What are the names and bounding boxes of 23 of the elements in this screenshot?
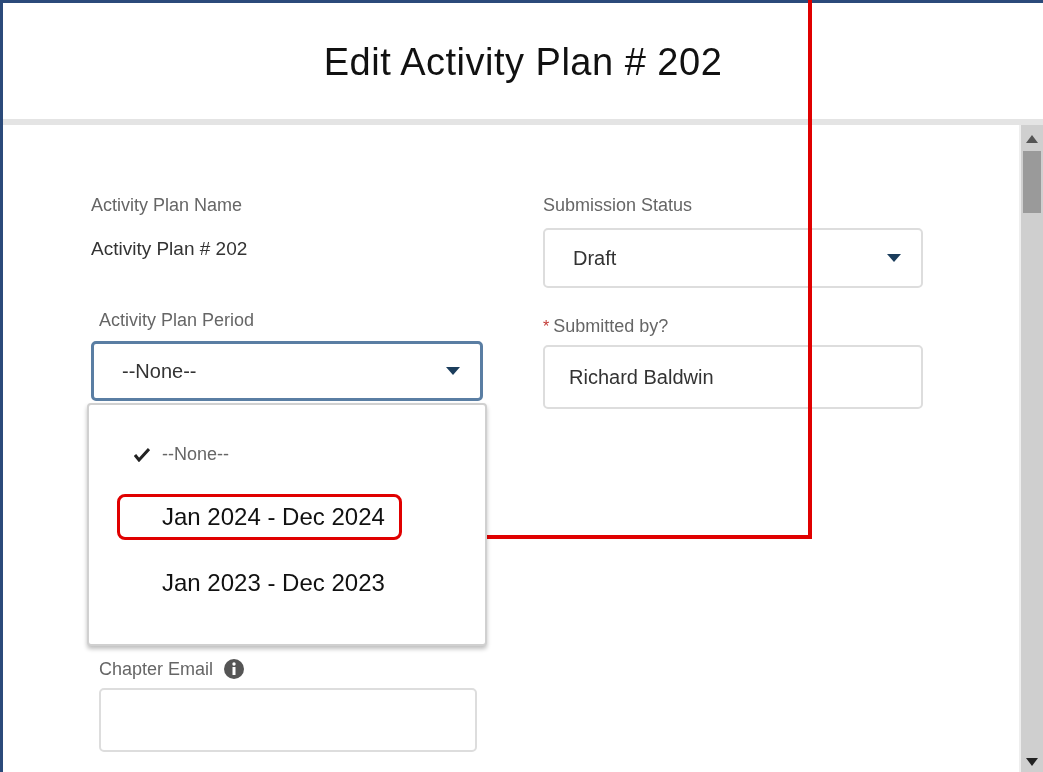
- caret-icon: [887, 254, 901, 262]
- caret-icon: [446, 367, 460, 375]
- field-label: Submitted by?: [553, 316, 669, 337]
- field-value: Activity Plan # 202: [91, 238, 249, 260]
- scroll-up-icon[interactable]: [1026, 135, 1038, 143]
- email-input[interactable]: [99, 688, 477, 752]
- scroll-thumb[interactable]: [1023, 151, 1041, 213]
- submitted-by-input[interactable]: Richard Baldwin: [543, 345, 923, 409]
- dropdown-option[interactable]: Jan 2023 - Dec 2023: [117, 560, 402, 606]
- required-marker: *: [543, 317, 550, 336]
- field-label: Chapter Email: [99, 658, 214, 680]
- field-label: Activity Plan Period: [99, 310, 256, 331]
- scrollbar[interactable]: [1019, 125, 1043, 772]
- field-label: Submission Status: [543, 195, 694, 216]
- scroll-down-icon[interactable]: [1026, 758, 1038, 766]
- check-icon: [134, 447, 150, 462]
- info-icon: [223, 658, 246, 680]
- dialog-title: Edit Activity Plan # 202: [323, 41, 723, 84]
- dropdown-option[interactable]: --None--: [117, 435, 246, 474]
- status-select[interactable]: Draft: [543, 228, 923, 288]
- period-select[interactable]: --None--: [91, 341, 483, 401]
- dropdown-option[interactable]: Jan 2024 - Dec 2024: [117, 494, 402, 540]
- field-label: Activity Plan Name: [91, 195, 244, 216]
